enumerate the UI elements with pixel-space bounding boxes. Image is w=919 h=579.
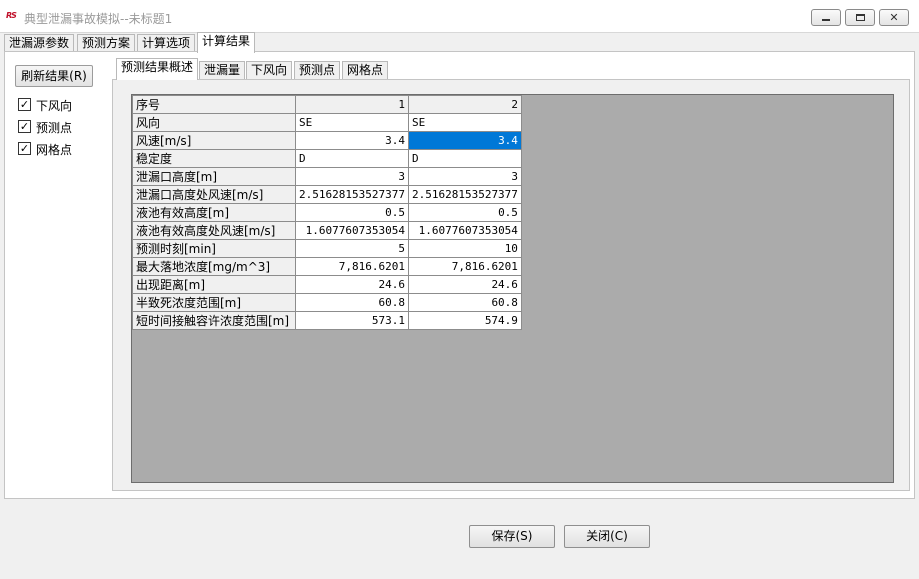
maximize-button[interactable] bbox=[845, 9, 875, 26]
row-header[interactable]: 风向 bbox=[132, 113, 296, 132]
tab-calc-options[interactable]: 计算选项 bbox=[137, 34, 196, 52]
grid-row: 预测时刻[min] 5 10 bbox=[132, 239, 522, 258]
grid-cell[interactable]: 60.8 bbox=[295, 293, 409, 312]
grid-row: 半致死浓度范围[m] 60.8 60.8 bbox=[132, 293, 522, 312]
grid-cell[interactable]: 5 bbox=[295, 239, 409, 258]
grid-cell[interactable]: 2.51628153527377 bbox=[295, 185, 409, 204]
grid-corner-header: 序号 bbox=[132, 95, 296, 114]
grid-cell[interactable]: SE bbox=[407, 113, 522, 132]
grid-cell[interactable]: D bbox=[407, 149, 522, 168]
row-header[interactable]: 液池有效高度处风速[m/s] bbox=[132, 221, 296, 240]
window-title: 典型泄漏事故模拟--未标题1 bbox=[24, 12, 173, 26]
grid-cell[interactable]: 60.8 bbox=[407, 293, 522, 312]
grid-cell[interactable]: 24.6 bbox=[407, 275, 522, 294]
main-tab-strip: 泄漏源参数 预测方案 计算选项 计算结果 bbox=[0, 32, 919, 53]
grid-cell[interactable]: 7,816.6201 bbox=[295, 257, 409, 276]
app-icon: RS bbox=[6, 11, 17, 20]
grid-cell[interactable]: 10 bbox=[407, 239, 522, 258]
close-button[interactable]: 关闭(C) bbox=[564, 525, 650, 548]
minimize-button[interactable] bbox=[811, 9, 841, 26]
grid-cell[interactable]: 3 bbox=[295, 167, 409, 186]
close-icon: ✕ bbox=[889, 11, 899, 24]
grid-row: 最大落地浓度[mg/m^3] 7,816.6201 7,816.6201 bbox=[132, 257, 522, 276]
grid-row: 短时间接触容许浓度范围[m] 573.1 574.9 bbox=[132, 311, 522, 330]
grid-row: 液池有效高度[m] 0.5 0.5 bbox=[132, 203, 522, 222]
checkbox-label: 预测点 bbox=[36, 121, 73, 135]
subtab-grid-point[interactable]: 网格点 bbox=[342, 61, 389, 79]
checkbox-box[interactable]: ✓ bbox=[18, 120, 31, 133]
grid-column-header[interactable]: 1 bbox=[295, 95, 409, 114]
row-header[interactable]: 预测时刻[min] bbox=[132, 239, 296, 258]
checkbox-label: 网格点 bbox=[36, 143, 73, 157]
grid-header-row: 序号 1 2 bbox=[132, 95, 522, 114]
row-header[interactable]: 短时间接触容许浓度范围[m] bbox=[132, 311, 296, 330]
row-header[interactable]: 出现距离[m] bbox=[132, 275, 296, 294]
grid-cell[interactable]: 2.51628153527377 bbox=[407, 185, 522, 204]
tab-source-params[interactable]: 泄漏源参数 bbox=[4, 34, 75, 52]
tab-prediction-scheme[interactable]: 预测方案 bbox=[77, 34, 136, 52]
row-header[interactable]: 稳定度 bbox=[132, 149, 296, 168]
grid-cell[interactable]: 7,816.6201 bbox=[407, 257, 522, 276]
row-header[interactable]: 半致死浓度范围[m] bbox=[132, 293, 296, 312]
grid-row: 泄漏口高度处风速[m/s] 2.51628153527377 2.5162815… bbox=[132, 185, 522, 204]
close-window-button[interactable]: ✕ bbox=[879, 9, 909, 26]
grid-row: 稳定度 D D bbox=[132, 149, 522, 168]
grid-row: 风速[m/s] 3.4 3.4 bbox=[132, 131, 522, 150]
row-header[interactable]: 泄漏口高度处风速[m/s] bbox=[132, 185, 296, 204]
grid-cell[interactable]: 1.6077607353054 bbox=[407, 221, 522, 240]
grid-cell[interactable]: D bbox=[295, 149, 409, 168]
subtab-leak-amount[interactable]: 泄漏量 bbox=[199, 61, 246, 79]
title-bar: RS 典型泄漏事故模拟--未标题1 ✕ bbox=[0, 0, 919, 33]
subtab-prediction-point[interactable]: 预测点 bbox=[294, 61, 341, 79]
grid-row: 出现距离[m] 24.6 24.6 bbox=[132, 275, 522, 294]
grid-cell[interactable]: 3.4 bbox=[295, 131, 409, 150]
subtab-summary[interactable]: 预测结果概述 bbox=[116, 58, 199, 80]
subtab-downwind[interactable]: 下风向 bbox=[246, 61, 293, 79]
grid-row: 泄漏口高度[m] 3 3 bbox=[132, 167, 522, 186]
grid-cell[interactable]: 574.9 bbox=[407, 311, 522, 330]
refresh-results-button[interactable]: 刷新结果(R) bbox=[15, 65, 93, 87]
grid-cell-selected[interactable]: 3.4 bbox=[407, 131, 522, 150]
grid-row: 液池有效高度处风速[m/s] 1.6077607353054 1.6077607… bbox=[132, 221, 522, 240]
results-grid[interactable]: 序号 1 2 风向 SE SE 风速[m/s] 3.4 3.4 稳定度 D D … bbox=[132, 95, 522, 330]
grid-cell[interactable]: 573.1 bbox=[295, 311, 409, 330]
grid-row: 风向 SE SE bbox=[132, 113, 522, 132]
checkbox-box[interactable]: ✓ bbox=[18, 98, 31, 111]
grid-cell[interactable]: 1.6077607353054 bbox=[295, 221, 409, 240]
grid-cell[interactable]: SE bbox=[295, 113, 409, 132]
row-header[interactable]: 风速[m/s] bbox=[132, 131, 296, 150]
checkbox-label: 下风向 bbox=[36, 99, 73, 113]
grid-column-header[interactable]: 2 bbox=[407, 95, 522, 114]
row-header[interactable]: 液池有效高度[m] bbox=[132, 203, 296, 222]
grid-cell[interactable]: 3 bbox=[407, 167, 522, 186]
save-button[interactable]: 保存(S) bbox=[469, 525, 555, 548]
row-header[interactable]: 最大落地浓度[mg/m^3] bbox=[132, 257, 296, 276]
grid-cell[interactable]: 0.5 bbox=[407, 203, 522, 222]
tab-calc-results[interactable]: 计算结果 bbox=[197, 32, 256, 53]
grid-cell[interactable]: 0.5 bbox=[295, 203, 409, 222]
checkbox-box[interactable]: ✓ bbox=[18, 142, 31, 155]
grid-cell[interactable]: 24.6 bbox=[295, 275, 409, 294]
row-header[interactable]: 泄漏口高度[m] bbox=[132, 167, 296, 186]
minimize-icon bbox=[822, 19, 830, 21]
maximize-icon bbox=[855, 14, 865, 21]
